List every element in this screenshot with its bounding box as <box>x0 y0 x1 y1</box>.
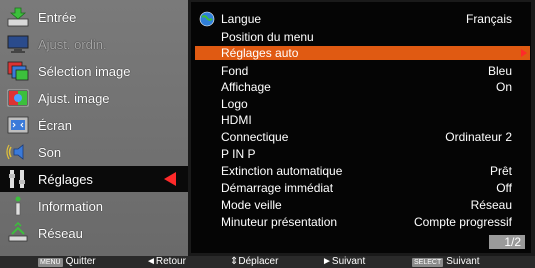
next-label: ►Suivant <box>322 256 366 267</box>
menu-row-menu-position[interactable]: Position du menu <box>195 30 530 44</box>
menu-row-logo[interactable]: Logo <box>195 97 530 111</box>
row-label: Logo <box>221 97 248 111</box>
row-label: Démarrage immédiat <box>221 181 334 195</box>
row-label: P IN P <box>221 147 256 161</box>
sidebar-item-label: Entrée <box>38 9 77 25</box>
network-icon <box>6 222 30 244</box>
menu-row-hdmi[interactable]: HDMI <box>195 113 530 127</box>
sidebar-item-settings[interactable]: Réglages <box>0 166 188 192</box>
row-value: Bleu <box>487 64 512 78</box>
sidebar-item-information[interactable]: Information <box>0 193 188 219</box>
row-label: Fond <box>221 64 249 78</box>
row-value: Compte progressif <box>413 215 512 229</box>
menu-key-badge: MENU <box>38 257 63 267</box>
input-icon <box>6 6 30 28</box>
next-hint: ►Suivant <box>322 256 365 268</box>
row-value: Français <box>465 12 512 26</box>
row-label: Réglages auto <box>221 46 299 60</box>
sidebar-item-label: Ajust. ordin. <box>38 36 107 52</box>
menu-row-connectivity[interactable]: Connectique Ordinateur 2 <box>195 130 530 144</box>
sound-icon <box>6 141 30 163</box>
menu-row-pinp[interactable]: P IN P <box>195 147 530 161</box>
menu-row-presentation-timer[interactable]: Minuteur présentation Compte progressif <box>195 215 530 229</box>
computer-adjust-icon <box>6 33 30 55</box>
selected-arrow-icon <box>164 172 176 186</box>
row-value: On <box>495 80 512 94</box>
select-key-badge: SELECT <box>412 257 444 267</box>
menu-row-standby-mode[interactable]: Mode veille Réseau <box>195 198 530 212</box>
row-label: Langue <box>221 12 262 26</box>
sidebar-item-image-adjust[interactable]: Ajust. image <box>0 85 188 111</box>
sidebar-item-screen[interactable]: Écran <box>0 112 188 138</box>
sidebar-item-label: Réglages <box>38 171 93 187</box>
quit-hint: MENU Quitter <box>38 256 96 268</box>
sidebar-item-label: Information <box>38 198 104 214</box>
sidebar-item-image-select[interactable]: Sélection image <box>0 58 188 84</box>
sidebar-item-label: Son <box>38 144 62 160</box>
screen-icon <box>6 114 30 136</box>
sidebar-item-network[interactable]: Réseau <box>0 220 188 246</box>
select-next-label: Suivant <box>446 256 480 267</box>
image-select-icon <box>6 60 30 82</box>
image-adjust-icon <box>6 87 30 109</box>
menu-row-auto-settings[interactable]: Réglages auto <box>195 46 530 60</box>
back-label: ◄Retour <box>146 256 186 267</box>
menu-row-display[interactable]: Affichage On <box>195 80 530 94</box>
page-indicator: 1/2 <box>489 235 525 249</box>
settings-icon <box>6 168 30 190</box>
submenu-arrow-icon <box>521 49 527 57</box>
row-label: Minuteur présentation <box>221 215 338 229</box>
row-value: Off <box>496 181 512 195</box>
sidebar-item-computer-adjust: Ajust. ordin. <box>0 31 188 57</box>
sidebar: Entrée Ajust. ordin. Sélection image Aju… <box>0 0 188 256</box>
back-hint: ◄Retour <box>146 256 186 268</box>
bottom-help-bar: MENU Quitter ◄Retour ⇕Déplacer ►Suivant … <box>0 256 535 268</box>
row-label: Affichage <box>221 80 271 94</box>
menu-row-language[interactable]: Langue Français <box>195 11 530 27</box>
menu-row-background[interactable]: Fond Bleu <box>195 64 530 78</box>
row-label: Mode veille <box>221 198 282 212</box>
row-value: Ordinateur 2 <box>445 130 512 144</box>
row-value: Réseau <box>470 198 512 212</box>
sidebar-item-sound[interactable]: Son <box>0 139 188 165</box>
select-hint: SELECT Suivant <box>412 256 480 268</box>
settings-panel: Langue Français Position du menu Réglage… <box>191 2 531 253</box>
sidebar-item-label: Sélection image <box>38 63 131 79</box>
sidebar-item-label: Réseau <box>38 225 83 241</box>
quit-label: Quitter <box>65 256 96 267</box>
row-value: Prêt <box>489 164 512 178</box>
move-label: ⇕Déplacer <box>230 256 279 267</box>
menu-row-auto-shutdown[interactable]: Extinction automatique Prêt <box>195 164 530 178</box>
row-label: Connectique <box>221 130 289 144</box>
sidebar-item-label: Écran <box>38 117 72 133</box>
row-label: HDMI <box>221 113 252 127</box>
row-label: Position du menu <box>221 30 314 44</box>
move-hint: ⇕Déplacer <box>230 256 278 268</box>
globe-icon <box>199 11 215 30</box>
row-label: Extinction automatique <box>221 164 343 178</box>
sidebar-item-label: Ajust. image <box>38 90 110 106</box>
sidebar-item-input[interactable]: Entrée <box>0 4 188 30</box>
info-icon <box>6 195 30 217</box>
menu-row-instant-start[interactable]: Démarrage immédiat Off <box>195 181 530 195</box>
